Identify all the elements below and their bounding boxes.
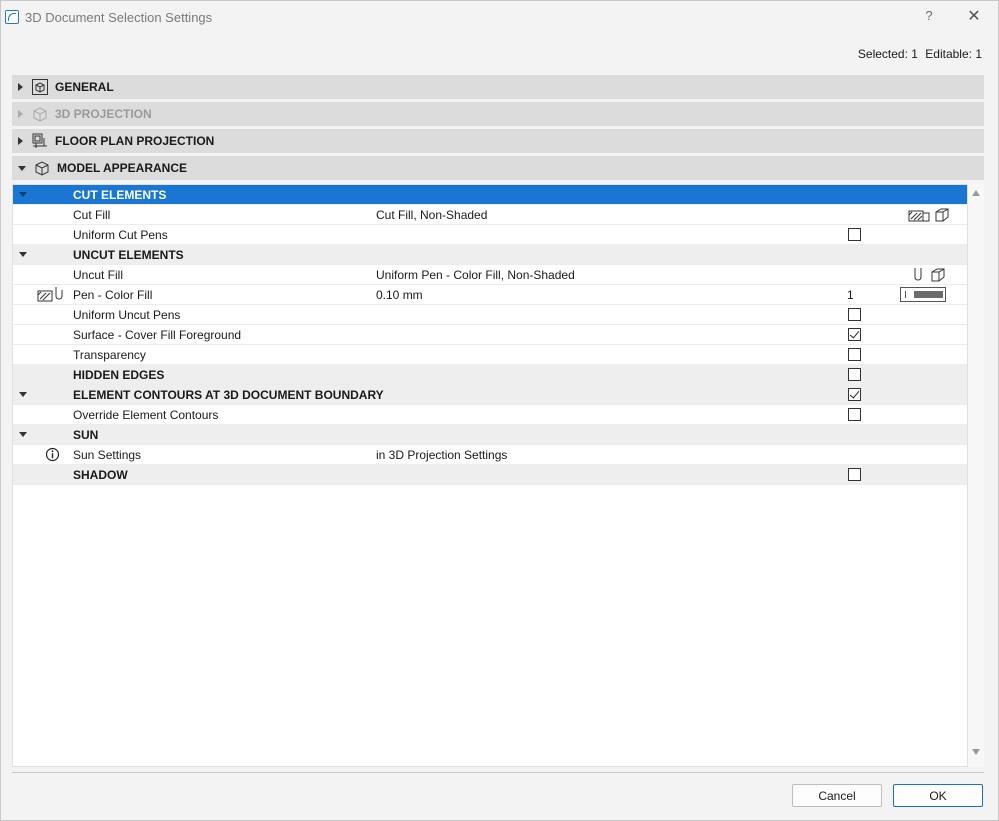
row-label: CUT ELEMENTS [73,187,167,202]
floor-plan-icon [31,132,49,150]
row-uniform-uncut-pens[interactable]: Uniform Uncut Pens [13,305,967,325]
row-surface-cover-fill[interactable]: Surface - Cover Fill Foreground [13,325,967,345]
cancel-button[interactable]: Cancel [792,784,882,807]
uncut-fill-icons [910,267,946,283]
panel-3d-projection[interactable]: 3D PROJECTION [12,102,984,126]
panel-general[interactable]: GENERAL [12,75,984,99]
row-pen-color-fill[interactable]: Pen - Color Fill 0.10 mm 1 [13,285,967,305]
panel-label: GENERAL [55,80,114,94]
expand-arrow-icon[interactable] [19,192,27,197]
row-cut-elements[interactable]: CUT ELEMENTS [13,185,967,205]
row-shadow[interactable]: SHADOW [13,465,967,485]
surface-cover-fill-checkbox[interactable] [848,328,861,341]
expand-arrow-icon[interactable] [19,392,27,397]
pen-swatch[interactable] [900,287,946,302]
row-label: Pen - Color Fill [73,287,153,302]
row-label: Transparency [73,347,146,362]
help-button[interactable]: ? [921,8,937,26]
close-button[interactable]: ✕ [965,8,983,26]
row-label: Uniform Uncut Pens [73,307,181,322]
row-label: SHADOW [73,467,128,482]
uniform-uncut-pens-checkbox[interactable] [848,308,861,321]
panel-label: MODEL APPEARANCE [57,161,188,175]
collapse-arrow-icon [18,83,23,91]
title-bar: 3D Document Selection Settings ? ✕ [1,1,998,33]
footer-divider [12,772,984,773]
selection-info: Selected: 1 Editable: 1 [854,47,982,61]
window-title: 3D Document Selection Settings [25,9,213,25]
row-label: Cut Fill [73,207,111,222]
row-hidden-edges[interactable]: HIDDEN EDGES [13,365,967,385]
expand-arrow-icon[interactable] [19,252,27,257]
row-uncut-elements[interactable]: UNCUT ELEMENTS [13,245,967,265]
collapse-arrow-icon [18,110,23,118]
archicad-app-icon [5,10,19,24]
row-label: Sun Settings [73,447,142,462]
row-override-contours[interactable]: Override Element Contours [13,405,967,425]
collapse-arrow-icon [18,137,23,145]
row-label: Uncut Fill [73,267,124,282]
row-label: ELEMENT CONTOURS AT 3D DOCUMENT BOUNDARY [73,387,384,402]
pen-color-fill-icon [37,286,67,306]
row-sun[interactable]: SUN [13,425,967,445]
row-uncut-fill[interactable]: Uncut Fill Uniform Pen - Color Fill, Non… [13,265,967,285]
pen-fill-icon[interactable] [910,267,926,283]
selected-count: Selected: 1 [857,47,918,61]
hidden-edges-checkbox[interactable] [848,368,861,381]
cut-fill-icons [908,207,950,223]
scroll-down-arrow-icon[interactable] [972,749,980,755]
panel-model-appearance[interactable]: MODEL APPEARANCE [12,156,984,180]
row-transparency[interactable]: Transparency [13,345,967,365]
panel-floor-plan-projection[interactable]: FLOOR PLAN PROJECTION [12,129,984,153]
expand-arrow-icon [18,165,26,171]
cut-fill-value[interactable]: Cut Fill, Non-Shaded [376,208,487,222]
row-cut-fill[interactable]: Cut Fill Cut Fill, Non-Shaded [13,205,967,225]
panel-label: 3D PROJECTION [55,107,152,121]
info-icon [45,447,60,465]
dialog-window: 3D Document Selection Settings ? ✕ Selec… [0,0,999,821]
vertical-scrollbar[interactable] [968,184,984,767]
sun-settings-value: in 3D Projection Settings [376,447,508,462]
cube-icon[interactable] [930,267,946,283]
row-label: Uniform Cut Pens [73,227,168,242]
row-sun-settings[interactable]: Sun Settings in 3D Projection Settings [13,445,967,465]
ok-button[interactable]: OK [893,784,983,807]
editable-count: Editable: 1 [925,47,982,61]
row-label: Override Element Contours [73,407,219,422]
scroll-up-arrow-icon[interactable] [972,190,980,196]
transparency-checkbox[interactable] [848,348,861,361]
panel-label: FLOOR PLAN PROJECTION [55,134,215,148]
row-element-contours[interactable]: ELEMENT CONTOURS AT 3D DOCUMENT BOUNDARY [13,385,967,405]
row-label: UNCUT ELEMENTS [73,247,184,262]
row-label: Surface - Cover Fill Foreground [73,327,242,342]
shadow-checkbox[interactable] [848,468,861,481]
pen-number[interactable]: 1 [847,288,854,302]
cube-icon[interactable] [934,207,950,223]
row-label: HIDDEN EDGES [73,367,165,382]
settings-table: CUT ELEMENTS Cut Fill Cut Fill, Non-Shad… [12,184,968,767]
pen-thickness-value[interactable]: 0.10 mm [376,288,423,302]
element-contours-checkbox[interactable] [848,388,861,401]
3d-projection-icon [31,105,49,123]
model-appearance-icon [33,159,51,177]
general-settings-icon [31,78,49,96]
cut-fill-pattern-icon[interactable] [908,207,930,223]
expand-arrow-icon[interactable] [19,432,27,437]
override-contours-checkbox[interactable] [848,408,861,421]
uniform-cut-pens-checkbox[interactable] [848,228,861,241]
uncut-fill-value[interactable]: Uniform Pen - Color Fill, Non-Shaded [376,268,575,282]
row-label: SUN [73,427,99,442]
row-uniform-cut-pens[interactable]: Uniform Cut Pens [13,225,967,245]
